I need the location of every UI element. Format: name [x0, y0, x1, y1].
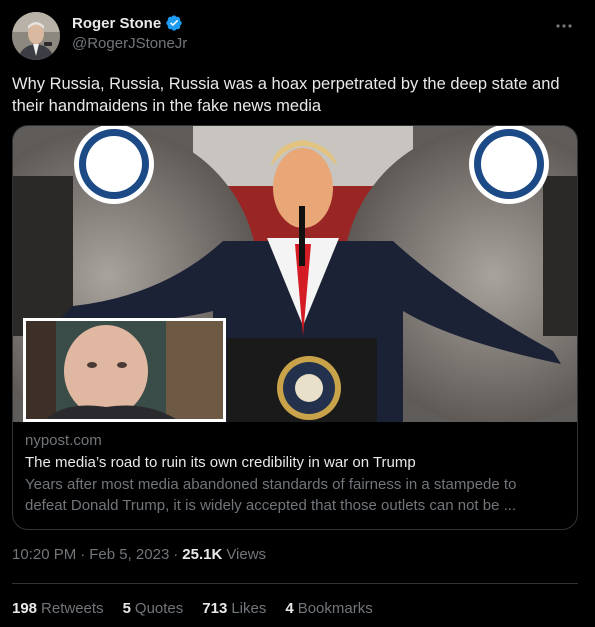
card-image[interactable] — [13, 126, 577, 422]
engagement-stats: 198 Retweets 5 Quotes 713 Likes 4 Bookma… — [12, 600, 373, 617]
quotes-count: 5 — [122, 600, 131, 617]
bookmarks-stat[interactable]: 4 Bookmarks — [285, 600, 372, 617]
card-description: Years after most media abandoned standar… — [25, 476, 517, 514]
likes-stat[interactable]: 713 Likes — [202, 600, 266, 617]
retweets-label: Retweets — [41, 600, 104, 617]
tweet-time[interactable]: 10:20 PM — [12, 546, 76, 563]
tweet-timestamp: 10:20 PM · Feb 5, 2023 · 25.1K Views — [12, 546, 266, 563]
author-info: Roger Stone @RogerJStoneJr — [72, 14, 187, 53]
likes-count: 713 — [202, 600, 228, 617]
display-name[interactable]: Roger Stone — [72, 15, 161, 32]
views-label: Views — [226, 546, 267, 563]
bookmarks-label: Bookmarks — [297, 600, 373, 617]
retweets-count: 198 — [12, 600, 38, 617]
tweet-header: Roger Stone @RogerJStoneJr — [12, 12, 583, 60]
inset-photo — [23, 318, 226, 422]
verified-badge-icon — [165, 14, 183, 32]
link-preview-card[interactable]: nypost.com The media’s road to ruin its … — [12, 125, 578, 530]
author-handle[interactable]: @RogerJStoneJr — [72, 35, 187, 52]
separator: · — [173, 546, 179, 563]
quotes-stat[interactable]: 5 Quotes — [123, 600, 184, 617]
separator: · — [80, 546, 86, 563]
card-meta: nypost.com The media’s road to ruin its … — [13, 422, 577, 529]
card-title[interactable]: The media’s road to ruin its own credibi… — [25, 454, 567, 471]
views-count: 25.1K — [182, 546, 223, 563]
divider — [12, 583, 578, 584]
likes-label: Likes — [231, 600, 267, 617]
card-domain: nypost.com — [25, 432, 102, 449]
tweet-text: Why Russia, Russia, Russia was a hoax pe… — [12, 75, 560, 115]
bookmarks-count: 4 — [285, 600, 294, 617]
more-options-icon[interactable] — [553, 16, 575, 36]
avatar[interactable] — [12, 12, 60, 60]
tweet-date[interactable]: Feb 5, 2023 — [89, 546, 169, 563]
quotes-label: Quotes — [134, 600, 184, 617]
retweets-stat[interactable]: 198 Retweets — [12, 600, 104, 617]
